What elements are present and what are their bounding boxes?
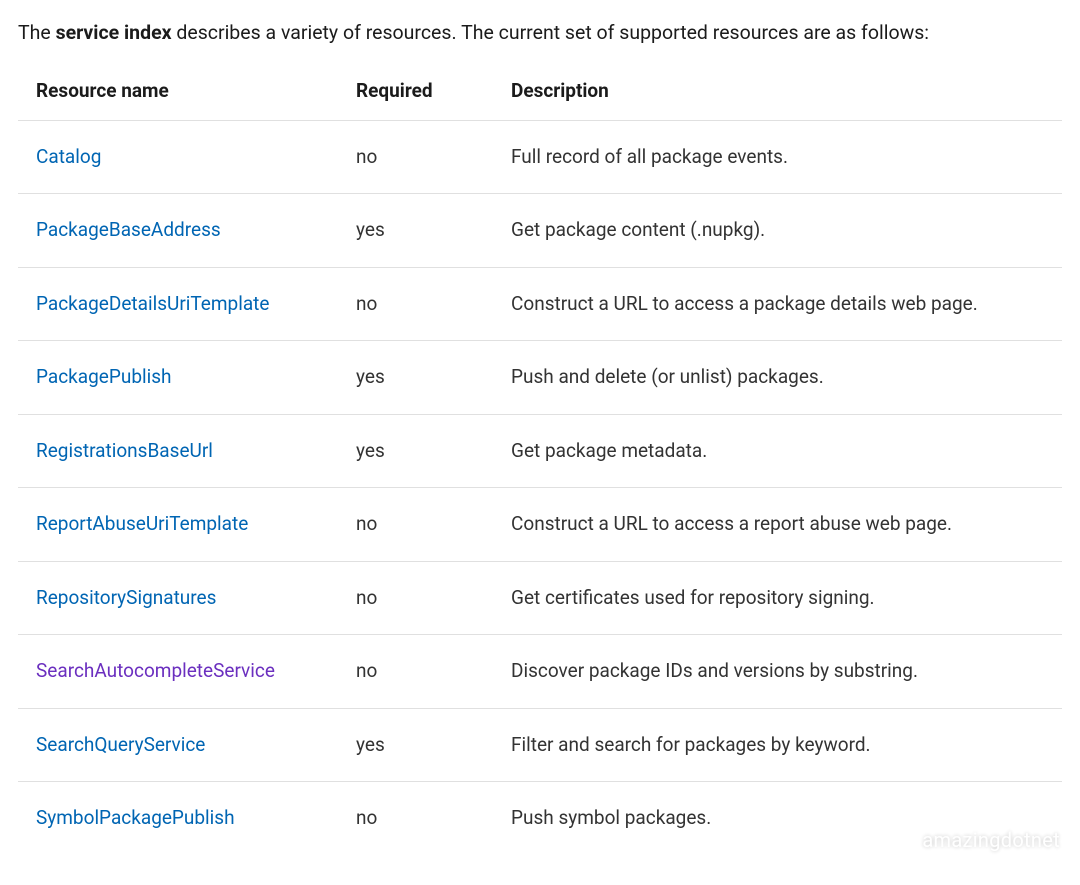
cell-resource-name: RegistrationsBaseUrl [18,414,338,488]
cell-resource-name: PackageDetailsUriTemplate [18,267,338,341]
header-resource-name: Resource name [18,65,338,120]
cell-description: Full record of all package events. [493,120,1062,194]
table-row: PackageBaseAddress yesGet package content… [18,194,1062,268]
cell-resource-name: PackagePublish [18,341,338,415]
cell-resource-name: SearchAutocompleteService [18,635,338,709]
cell-required: no [338,488,493,562]
cell-resource-name: ReportAbuseUriTemplate [18,488,338,562]
intro-paragraph: The service index describes a variety of… [18,18,1062,47]
cell-description: Get package metadata. [493,414,1062,488]
cell-description: Discover package IDs and versions by sub… [493,635,1062,709]
cell-required: no [338,635,493,709]
table-row: PackagePublish yesPush and delete (or unl… [18,341,1062,415]
resource-link[interactable]: RegistrationsBaseUrl [36,439,213,462]
cell-required: yes [338,194,493,268]
intro-bold: service index [56,21,172,44]
cell-required: no [338,267,493,341]
cell-description: Push and delete (or unlist) packages. [493,341,1062,415]
cell-description: Construct a URL to access a package deta… [493,267,1062,341]
resource-link[interactable]: SearchAutocompleteService [36,659,275,682]
resource-link[interactable]: ReportAbuseUriTemplate [36,512,248,535]
intro-suffix: describes a variety of resources. The cu… [172,21,930,44]
cell-resource-name: SymbolPackagePublish [18,782,338,855]
table-row: SearchQueryService yesFilter and search f… [18,708,1062,782]
header-description: Description [493,65,1062,120]
table-header-row: Resource name Required Description [18,65,1062,120]
resource-link[interactable]: RepositorySignatures [36,586,216,609]
cell-required: yes [338,414,493,488]
resource-link[interactable]: PackagePublish [36,365,172,388]
table-row: SearchAutocompleteService noDiscover pack… [18,635,1062,709]
cell-required: yes [338,341,493,415]
cell-required: no [338,561,493,635]
cell-resource-name: Catalog [18,120,338,194]
resource-link[interactable]: SymbolPackagePublish [36,806,235,829]
cell-description: Construct a URL to access a report abuse… [493,488,1062,562]
table-row: RepositorySignatures noGet certificates u… [18,561,1062,635]
cell-description: Push symbol packages. [493,782,1062,855]
cell-resource-name: RepositorySignatures [18,561,338,635]
resource-link[interactable]: SearchQueryService [36,733,205,756]
table-row: PackageDetailsUriTemplate noConstruct a U… [18,267,1062,341]
cell-description: Filter and search for packages by keywor… [493,708,1062,782]
cell-resource-name: PackageBaseAddress [18,194,338,268]
cell-required: yes [338,708,493,782]
header-required: Required [338,65,493,120]
cell-resource-name: SearchQueryService [18,708,338,782]
table-row: ReportAbuseUriTemplate noConstruct a URL … [18,488,1062,562]
cell-description: Get certificates used for repository sig… [493,561,1062,635]
resource-link[interactable]: PackageDetailsUriTemplate [36,292,269,315]
cell-required: no [338,782,493,855]
cell-description: Get package content (.nupkg). [493,194,1062,268]
intro-prefix: The [18,21,56,44]
table-row: RegistrationsBaseUrl yesGet package metad… [18,414,1062,488]
resources-table: Resource name Required Description Catal… [18,65,1062,855]
table-row: Catalog noFull record of all package even… [18,120,1062,194]
cell-required: no [338,120,493,194]
resource-link[interactable]: PackageBaseAddress [36,218,221,241]
table-row: SymbolPackagePublish noPush symbol packag… [18,782,1062,855]
resource-link[interactable]: Catalog [36,145,101,168]
